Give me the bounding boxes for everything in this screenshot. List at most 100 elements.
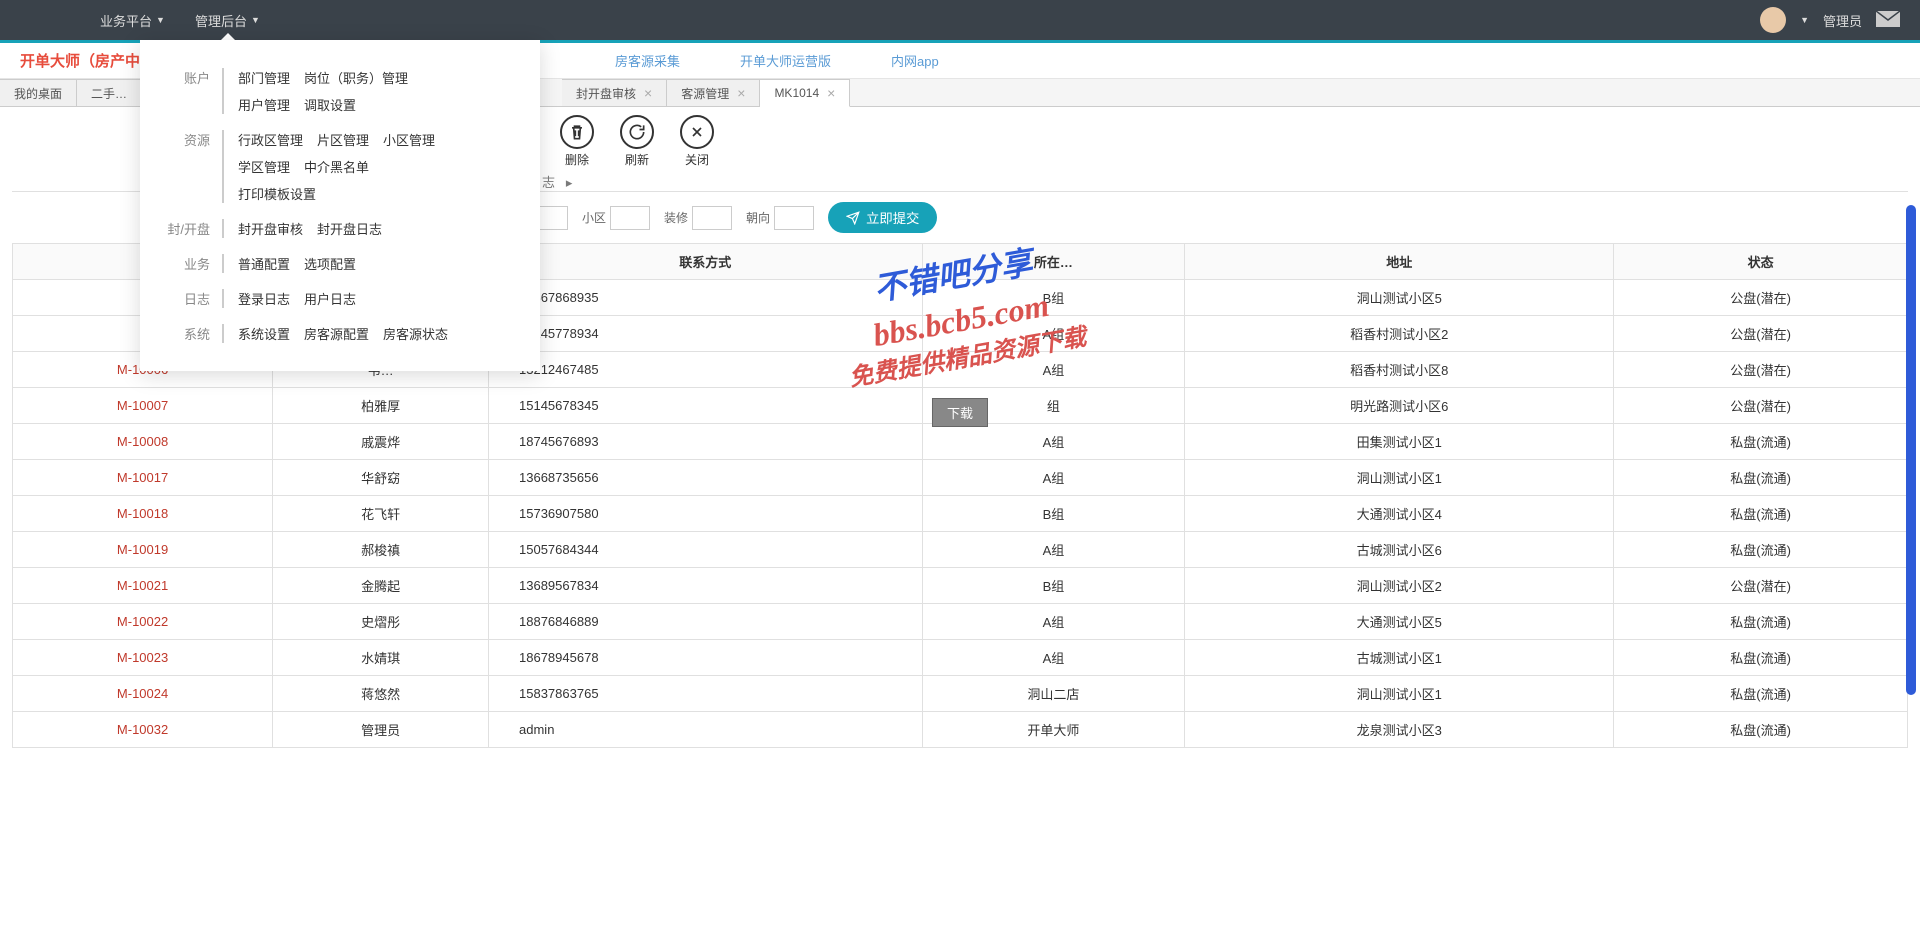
column-header[interactable]: 地址 bbox=[1185, 244, 1614, 280]
dropdown-item[interactable]: 部门管理 bbox=[238, 68, 290, 87]
cell-addr: 田集测试小区1 bbox=[1185, 424, 1614, 460]
cell-phone: 13689567834 bbox=[489, 568, 923, 604]
code-link[interactable]: M-10023 bbox=[117, 650, 168, 665]
refresh-button[interactable]: 刷新 bbox=[620, 115, 654, 168]
dropdown-item[interactable]: 片区管理 bbox=[317, 130, 369, 149]
code-link[interactable]: M-10032 bbox=[117, 722, 168, 737]
close-icon bbox=[680, 115, 714, 149]
cell-group: A组 bbox=[922, 424, 1185, 460]
dropdown-item[interactable]: 选项配置 bbox=[304, 254, 356, 273]
mail-icon[interactable] bbox=[1876, 11, 1900, 30]
code-link[interactable]: M-10024 bbox=[117, 686, 168, 701]
username[interactable]: 管理员 bbox=[1823, 11, 1862, 30]
table-row[interactable]: M-10021金腾起13689567834B组洞山测试小区2公盘(潜在) bbox=[13, 568, 1908, 604]
nav-link[interactable]: 房客源采集 bbox=[615, 51, 680, 70]
cell-addr: 洞山测试小区1 bbox=[1185, 460, 1614, 496]
dropdown-item[interactable]: 岗位（职务）管理 bbox=[304, 68, 408, 87]
topnav-business[interactable]: 业务平台▼ bbox=[100, 11, 165, 30]
tab-label: 我的桌面 bbox=[14, 85, 62, 102]
filter-input[interactable] bbox=[774, 206, 814, 230]
nav-link[interactable]: 内网app bbox=[891, 51, 939, 70]
cell-group: A组 bbox=[922, 604, 1185, 640]
tab[interactable]: 二手… bbox=[77, 79, 142, 106]
cell-addr: 明光路测试小区6 bbox=[1185, 388, 1614, 424]
dropdown-item[interactable]: 中介黑名单 bbox=[304, 157, 369, 176]
cell-group: A组 bbox=[922, 352, 1185, 388]
code-link[interactable]: M-10022 bbox=[117, 614, 168, 629]
table-row[interactable]: M-10018花飞轩15736907580B组大通测试小区4私盘(流通) bbox=[13, 496, 1908, 532]
tab[interactable]: 封开盘审核 × bbox=[562, 79, 667, 106]
dropdown-item[interactable]: 封开盘审核 bbox=[238, 219, 303, 238]
table-row[interactable]: M-10008戚震烨18745676893A组田集测试小区1私盘(流通) bbox=[13, 424, 1908, 460]
caret-down-icon[interactable]: ▼ bbox=[1800, 15, 1809, 25]
scrollbar[interactable] bbox=[1906, 205, 1916, 695]
table-row[interactable]: M-10019郝梭禛15057684344A组古城测试小区6私盘(流通) bbox=[13, 532, 1908, 568]
filter-label: 装修 bbox=[664, 209, 688, 226]
cell-addr: 洞山测试小区2 bbox=[1185, 568, 1614, 604]
close-button[interactable]: 关闭 bbox=[680, 115, 714, 168]
cell-name: 花飞轩 bbox=[273, 496, 489, 532]
cell-addr: 大通测试小区4 bbox=[1185, 496, 1614, 532]
cell-status: 私盘(流通) bbox=[1614, 424, 1908, 460]
nav-link[interactable]: 开单大师运营版 bbox=[740, 51, 831, 70]
cell-phone: 15057684344 bbox=[489, 532, 923, 568]
tab-label: 封开盘审核 bbox=[576, 85, 636, 102]
dropdown-item[interactable]: 学区管理 bbox=[238, 157, 290, 176]
dropdown-item[interactable]: 打印模板设置 bbox=[238, 184, 316, 203]
tab-label: MK1014 bbox=[774, 86, 819, 100]
code-link[interactable]: M-10017 bbox=[117, 470, 168, 485]
column-header[interactable]: 所在… bbox=[922, 244, 1185, 280]
cell-phone: 15145678345 bbox=[489, 388, 923, 424]
column-header[interactable]: 状态 bbox=[1614, 244, 1908, 280]
icon-label: 关闭 bbox=[685, 151, 709, 168]
dropdown-item[interactable]: 行政区管理 bbox=[238, 130, 303, 149]
dropdown-arrow-icon bbox=[221, 33, 235, 40]
table-row[interactable]: M-10007柏雅厚15145678345组明光路测试小区6公盘(潜在) bbox=[13, 388, 1908, 424]
dropdown-item[interactable]: 登录日志 bbox=[238, 289, 290, 308]
dropdown-item[interactable]: 用户日志 bbox=[304, 289, 356, 308]
dropdown-item[interactable]: 小区管理 bbox=[383, 130, 435, 149]
topnav-admin[interactable]: 管理后台▼ bbox=[195, 11, 260, 30]
table-row[interactable]: M-10024蒋悠然15837863765洞山二店洞山测试小区1私盘(流通) bbox=[13, 676, 1908, 712]
cell-phone: admin bbox=[489, 712, 923, 748]
cell-addr: 古城测试小区1 bbox=[1185, 640, 1614, 676]
cell-addr: 洞山测试小区1 bbox=[1185, 676, 1614, 712]
dropdown-item[interactable]: 房客源状态 bbox=[383, 324, 448, 343]
dropdown-item[interactable]: 调取设置 bbox=[304, 95, 356, 114]
avatar[interactable] bbox=[1760, 7, 1786, 33]
tab[interactable]: 客源管理× bbox=[667, 79, 760, 106]
table-row[interactable]: M-10022史熠彤18876846889A组大通测试小区5私盘(流通) bbox=[13, 604, 1908, 640]
close-icon[interactable]: × bbox=[737, 85, 745, 101]
column-header[interactable]: 联系方式 bbox=[489, 244, 923, 280]
tab-label: 二手… bbox=[91, 85, 127, 102]
tab[interactable]: 我的桌面 bbox=[0, 79, 77, 106]
submit-button[interactable]: 立即提交 bbox=[828, 202, 937, 233]
code-link[interactable]: M-10018 bbox=[117, 506, 168, 521]
cell-group: B组 bbox=[922, 568, 1185, 604]
delete-button[interactable]: 删除 bbox=[560, 115, 594, 168]
filter-input[interactable] bbox=[692, 206, 732, 230]
filter-input[interactable] bbox=[610, 206, 650, 230]
dropdown-item[interactable]: 房客源配置 bbox=[304, 324, 369, 343]
cell-status: 私盘(流通) bbox=[1614, 604, 1908, 640]
code-link[interactable]: M-10008 bbox=[117, 434, 168, 449]
dropdown-item[interactable]: 封开盘日志 bbox=[317, 219, 382, 238]
caret-down-icon: ▼ bbox=[251, 15, 260, 25]
dropdown-item[interactable]: 用户管理 bbox=[238, 95, 290, 114]
table-row[interactable]: M-10032管理员admin开单大师龙泉测试小区3私盘(流通) bbox=[13, 712, 1908, 748]
close-icon[interactable]: × bbox=[827, 85, 835, 101]
dropdown-item[interactable]: 普通配置 bbox=[238, 254, 290, 273]
table-row[interactable]: M-10023水婧琪18678945678A组古城测试小区1私盘(流通) bbox=[13, 640, 1908, 676]
dropdown-item[interactable]: 系统设置 bbox=[238, 324, 290, 343]
cell-group: 组 bbox=[922, 388, 1185, 424]
cell-phone: 18876846889 bbox=[489, 604, 923, 640]
code-link[interactable]: M-10007 bbox=[117, 398, 168, 413]
cell-phone: 13668735656 bbox=[489, 460, 923, 496]
code-link[interactable]: M-10019 bbox=[117, 542, 168, 557]
cell-phone: 15736907580 bbox=[489, 496, 923, 532]
code-link[interactable]: M-10021 bbox=[117, 578, 168, 593]
cell-status: 私盘(流通) bbox=[1614, 676, 1908, 712]
table-row[interactable]: M-10017华舒窈13668735656A组洞山测试小区1私盘(流通) bbox=[13, 460, 1908, 496]
close-icon[interactable]: × bbox=[644, 85, 652, 101]
tab[interactable]: MK1014 × bbox=[760, 79, 850, 107]
